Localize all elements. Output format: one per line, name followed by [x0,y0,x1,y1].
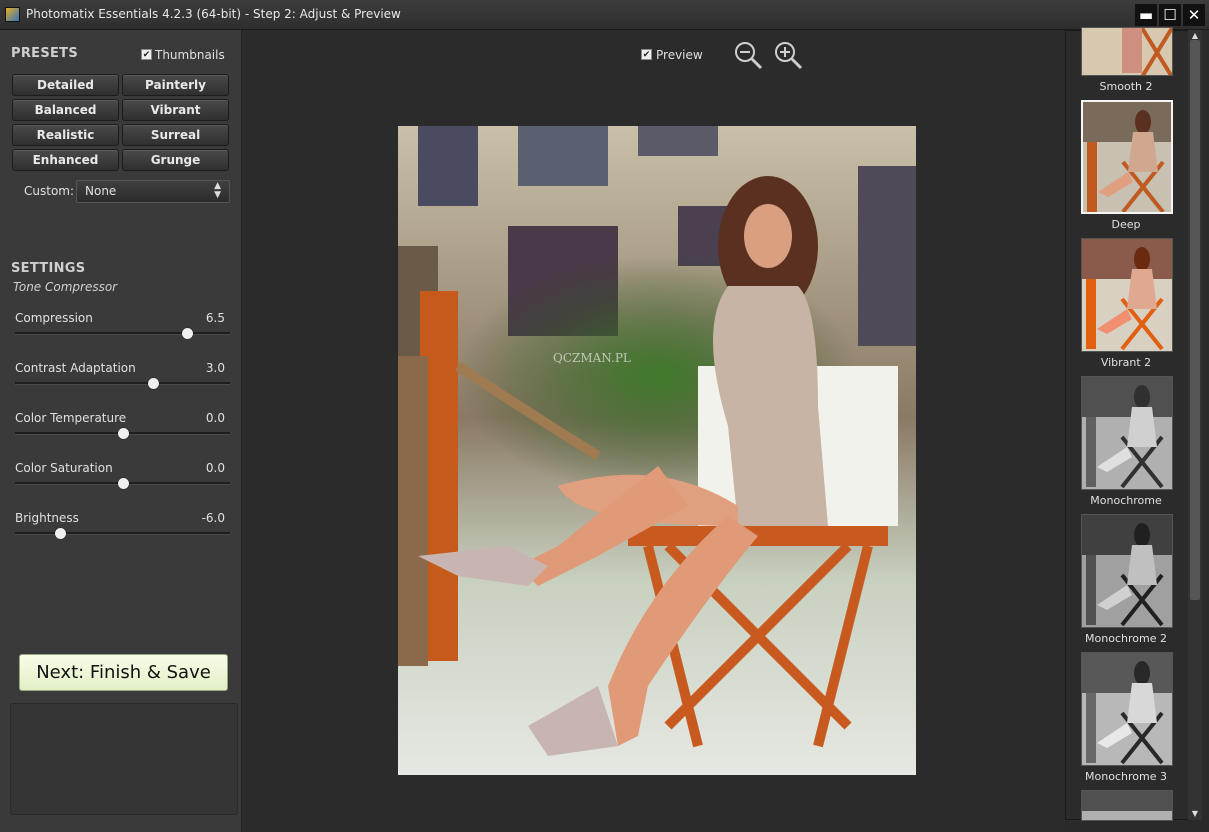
preview-label: Preview [656,48,703,62]
color-temperature-slider-thumb[interactable] [117,428,129,439]
color-saturation-slider[interactable] [15,478,230,489]
color-saturation-label: Color Saturation [15,461,113,475]
color-temperature-label: Color Temperature [15,411,127,425]
contrast-adaptation-slider[interactable] [15,378,230,389]
preview-image: QCZMAN.PL [398,126,916,775]
brightness-slider-thumb[interactable] [55,528,67,539]
contrast-adaptation-value: 3.0 [205,361,225,375]
compression-slider-thumb[interactable] [182,328,193,339]
thumbnail-smooth-2[interactable] [1081,27,1173,76]
custom-label: Custom: [24,184,75,198]
thumbnail-monochrome-2[interactable] [1081,514,1173,628]
custom-preset-value: None [85,184,117,198]
thumbnails-scrollbar[interactable]: ▲ ▼ [1188,30,1202,820]
color-temperature-value: 0.0 [205,411,225,425]
preview-checkbox[interactable]: ✔ [641,49,652,60]
thumbnail-vibrant-2[interactable] [1081,238,1173,352]
preset-enhanced-button[interactable]: Enhanced [12,149,119,171]
preset-painterly-button[interactable]: Painterly [122,74,229,96]
brightness-slider[interactable] [15,528,230,539]
thumbnail-label: Deep [1111,218,1141,231]
thumbnail-label: Smooth 2 [1099,80,1153,93]
color-temperature-slider[interactable] [15,428,230,439]
preset-grunge-button[interactable]: Grunge [122,149,229,171]
thumbnail-partial[interactable] [1081,790,1173,821]
maximize-button[interactable]: ☐ [1159,4,1181,26]
preset-detailed-button[interactable]: Detailed [12,74,119,96]
info-box [10,703,238,815]
scrollbar-thumb[interactable] [1190,40,1200,600]
preview-area: ✔ Preview QCZMAN.PL [243,30,1065,832]
window-title: Photomatix Essentials 4.2.3 (64-bit) - S… [26,7,401,21]
method-name: Tone Compressor [13,280,118,294]
preset-surreal-button[interactable]: Surreal [122,124,229,146]
watermark-text: QCZMAN.PL [553,351,631,365]
preset-vibrant-button[interactable]: Vibrant [122,99,229,121]
thumbnail-label: Monochrome [1090,494,1162,507]
presets-title: PRESETS [11,46,78,61]
preset-balanced-button[interactable]: Balanced [12,99,119,121]
thumbnail-label: Monochrome 2 [1085,632,1167,645]
preset-realistic-button[interactable]: Realistic [12,124,119,146]
app-logo-icon [5,7,20,22]
zoom-in-icon[interactable] [773,40,803,70]
close-button[interactable]: ✕ [1183,4,1205,26]
contrast-adaptation-label: Contrast Adaptation [15,361,136,375]
color-saturation-value: 0.0 [205,461,225,475]
thumbnail-deep[interactable] [1081,100,1173,214]
thumbnails-panel: Smooth 2 Deep Vibrant 2 Monochrome Monoc… [1065,27,1202,821]
brightness-label: Brightness [15,511,79,525]
thumbnails-label: Thumbnails [155,48,225,62]
custom-preset-select[interactable]: None ▲ ▼ [76,180,230,203]
select-arrows-icon: ▲ ▼ [214,181,221,200]
thumbnail-label: Monochrome 3 [1085,770,1167,783]
title-bar: Photomatix Essentials 4.2.3 (64-bit) - S… [0,0,1209,30]
settings-title: SETTINGS [11,261,86,276]
left-panel: PRESETS ✔ Thumbnails Detailed Painterly … [0,30,242,832]
contrast-adaptation-slider-thumb[interactable] [147,378,159,389]
brightness-value: -6.0 [201,511,225,525]
next-finish-save-button[interactable]: Next: Finish & Save [19,654,228,691]
thumbnail-monochrome[interactable] [1081,376,1173,490]
compression-slider[interactable] [15,328,230,339]
compression-label: Compression [15,311,93,325]
compression-value: 6.5 [205,311,225,325]
color-saturation-slider-thumb[interactable] [117,478,129,489]
scroll-down-icon[interactable]: ▼ [1188,808,1202,820]
thumbnail-label: Vibrant 2 [1100,356,1152,369]
minimize-button[interactable]: ▬ [1135,4,1157,26]
thumbnail-monochrome-3[interactable] [1081,652,1173,766]
thumbnails-checkbox[interactable]: ✔ [141,49,152,60]
zoom-out-icon[interactable] [733,40,763,70]
